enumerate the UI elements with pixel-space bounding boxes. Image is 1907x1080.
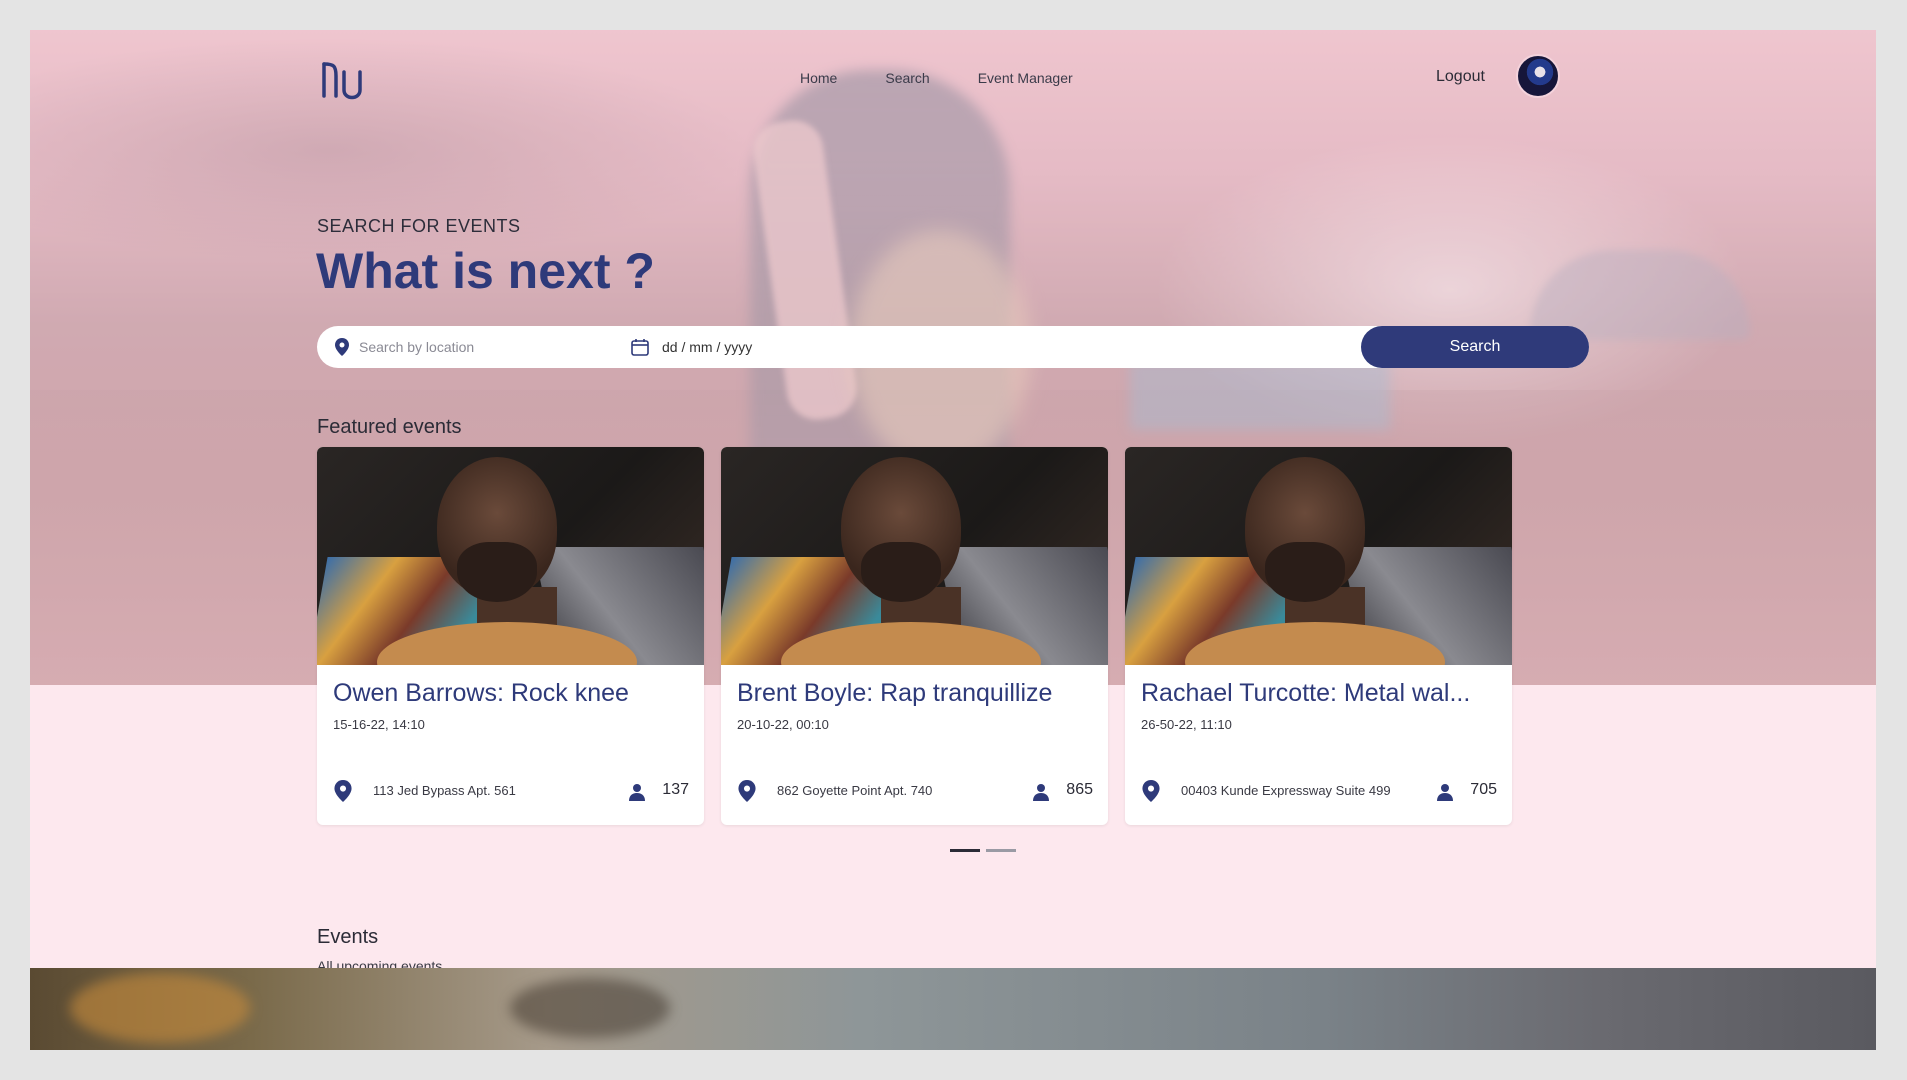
location-search-input[interactable] bbox=[359, 336, 609, 358]
person-icon bbox=[1033, 784, 1049, 801]
person-icon bbox=[629, 784, 645, 801]
calendar-icon bbox=[631, 339, 649, 356]
event-card-attendees: 865 bbox=[1066, 781, 1093, 798]
event-card-title[interactable]: Rachael Turcotte: Metal wal... bbox=[1141, 679, 1501, 708]
logout-button[interactable]: Logout bbox=[1436, 68, 1485, 86]
nu-logo-icon[interactable] bbox=[320, 60, 366, 104]
carousel-dot-2[interactable] bbox=[986, 849, 1016, 852]
events-section-title: Events bbox=[317, 926, 379, 948]
person-icon bbox=[1437, 784, 1453, 801]
search-button[interactable]: Search bbox=[1361, 326, 1589, 368]
event-card-date: 20-10-22, 00:10 bbox=[737, 717, 829, 732]
event-card[interactable]: Rachael Turcotte: Metal wal... 26-50-22,… bbox=[1125, 447, 1512, 825]
event-card-attendees: 705 bbox=[1470, 781, 1497, 798]
event-card[interactable]: Brent Boyle: Rap tranquillize 20-10-22, … bbox=[721, 447, 1108, 825]
event-card-title[interactable]: Owen Barrows: Rock knee bbox=[333, 679, 693, 708]
event-card-date: 26-50-22, 11:10 bbox=[1141, 717, 1232, 732]
event-card-date: 15-16-22, 14:10 bbox=[333, 717, 425, 732]
map-pin-icon bbox=[738, 780, 756, 802]
app-frame: Home Search Event Manager Logout SEARCH … bbox=[30, 30, 1876, 1050]
event-card-attendees: 137 bbox=[662, 781, 689, 798]
event-card-address: 862 Goyette Point Apt. 740 bbox=[777, 783, 933, 798]
nav-link-event-manager[interactable]: Event Manager bbox=[978, 70, 1073, 86]
date-input[interactable] bbox=[662, 336, 862, 358]
search-bar: Search bbox=[317, 326, 1589, 368]
hero-kicker: SEARCH FOR EVENTS bbox=[317, 216, 521, 236]
event-card-address: 113 Jed Bypass Apt. 561 bbox=[373, 783, 516, 798]
event-card-image bbox=[721, 447, 1108, 665]
carousel-indicator bbox=[950, 849, 1016, 852]
nav-link-search[interactable]: Search bbox=[885, 70, 929, 86]
event-card[interactable]: Owen Barrows: Rock knee 15-16-22, 14:10 … bbox=[317, 447, 704, 825]
map-pin-icon bbox=[335, 338, 349, 356]
event-card-title[interactable]: Brent Boyle: Rap tranquillize bbox=[737, 679, 1097, 708]
featured-events-title: Featured events bbox=[317, 416, 462, 438]
event-card-image bbox=[1125, 447, 1512, 665]
map-pin-icon bbox=[334, 780, 352, 802]
map-pin-icon bbox=[1142, 780, 1160, 802]
hero-headline: What is next ? bbox=[316, 243, 655, 299]
main-nav: Home Search Event Manager bbox=[800, 70, 1073, 86]
event-card-address: 00403 Kunde Expressway Suite 499 bbox=[1181, 783, 1391, 798]
event-image-banner bbox=[30, 968, 1876, 1050]
carousel-dot-1[interactable] bbox=[950, 849, 980, 852]
nav-link-home[interactable]: Home bbox=[800, 70, 837, 86]
event-card-image bbox=[317, 447, 704, 665]
user-avatar[interactable] bbox=[1516, 54, 1560, 98]
featured-events-carousel: Owen Barrows: Rock knee 15-16-22, 14:10 … bbox=[317, 447, 1512, 825]
